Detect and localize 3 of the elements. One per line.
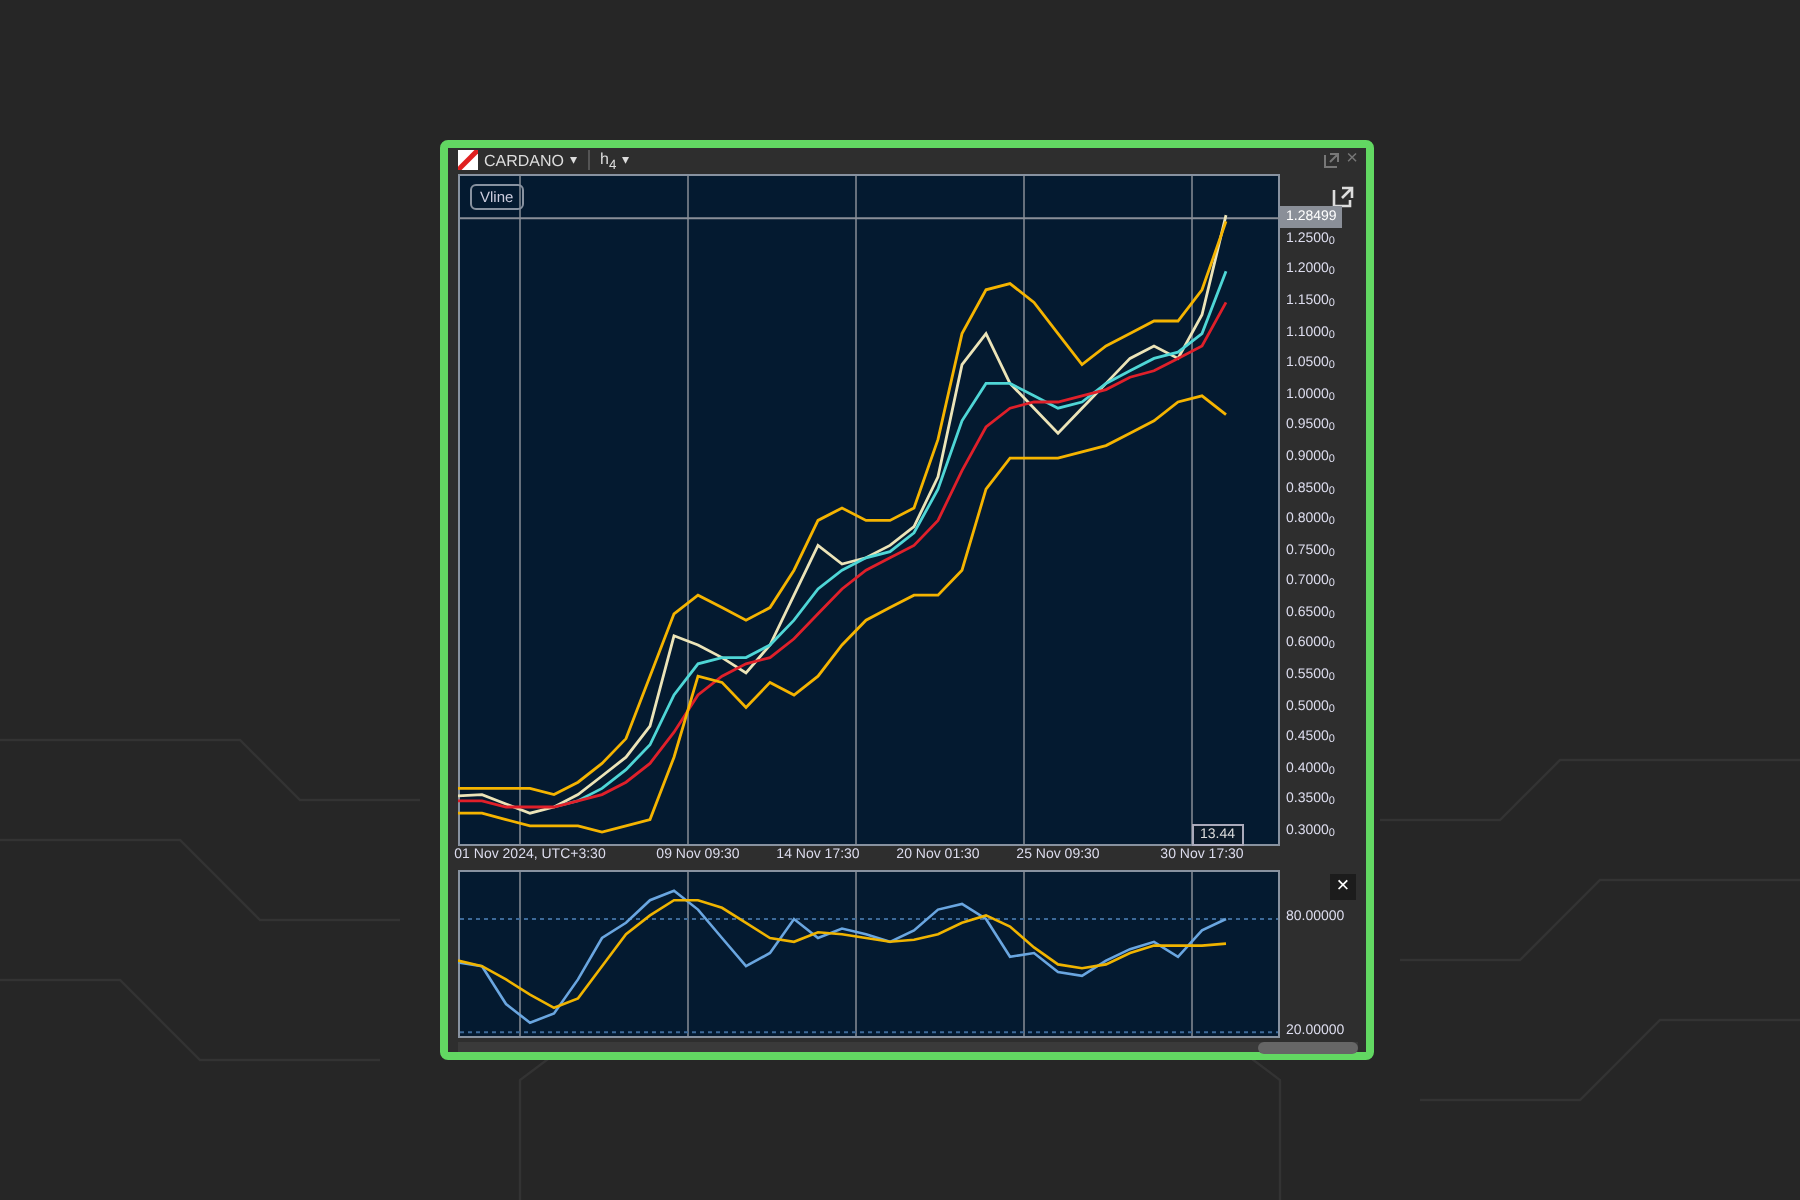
symbol-name[interactable]: CARDANO <box>484 151 565 170</box>
close-button[interactable]: × <box>1330 873 1356 900</box>
timeframe-selector[interactable]: h$_{4}$ <box>600 149 617 173</box>
